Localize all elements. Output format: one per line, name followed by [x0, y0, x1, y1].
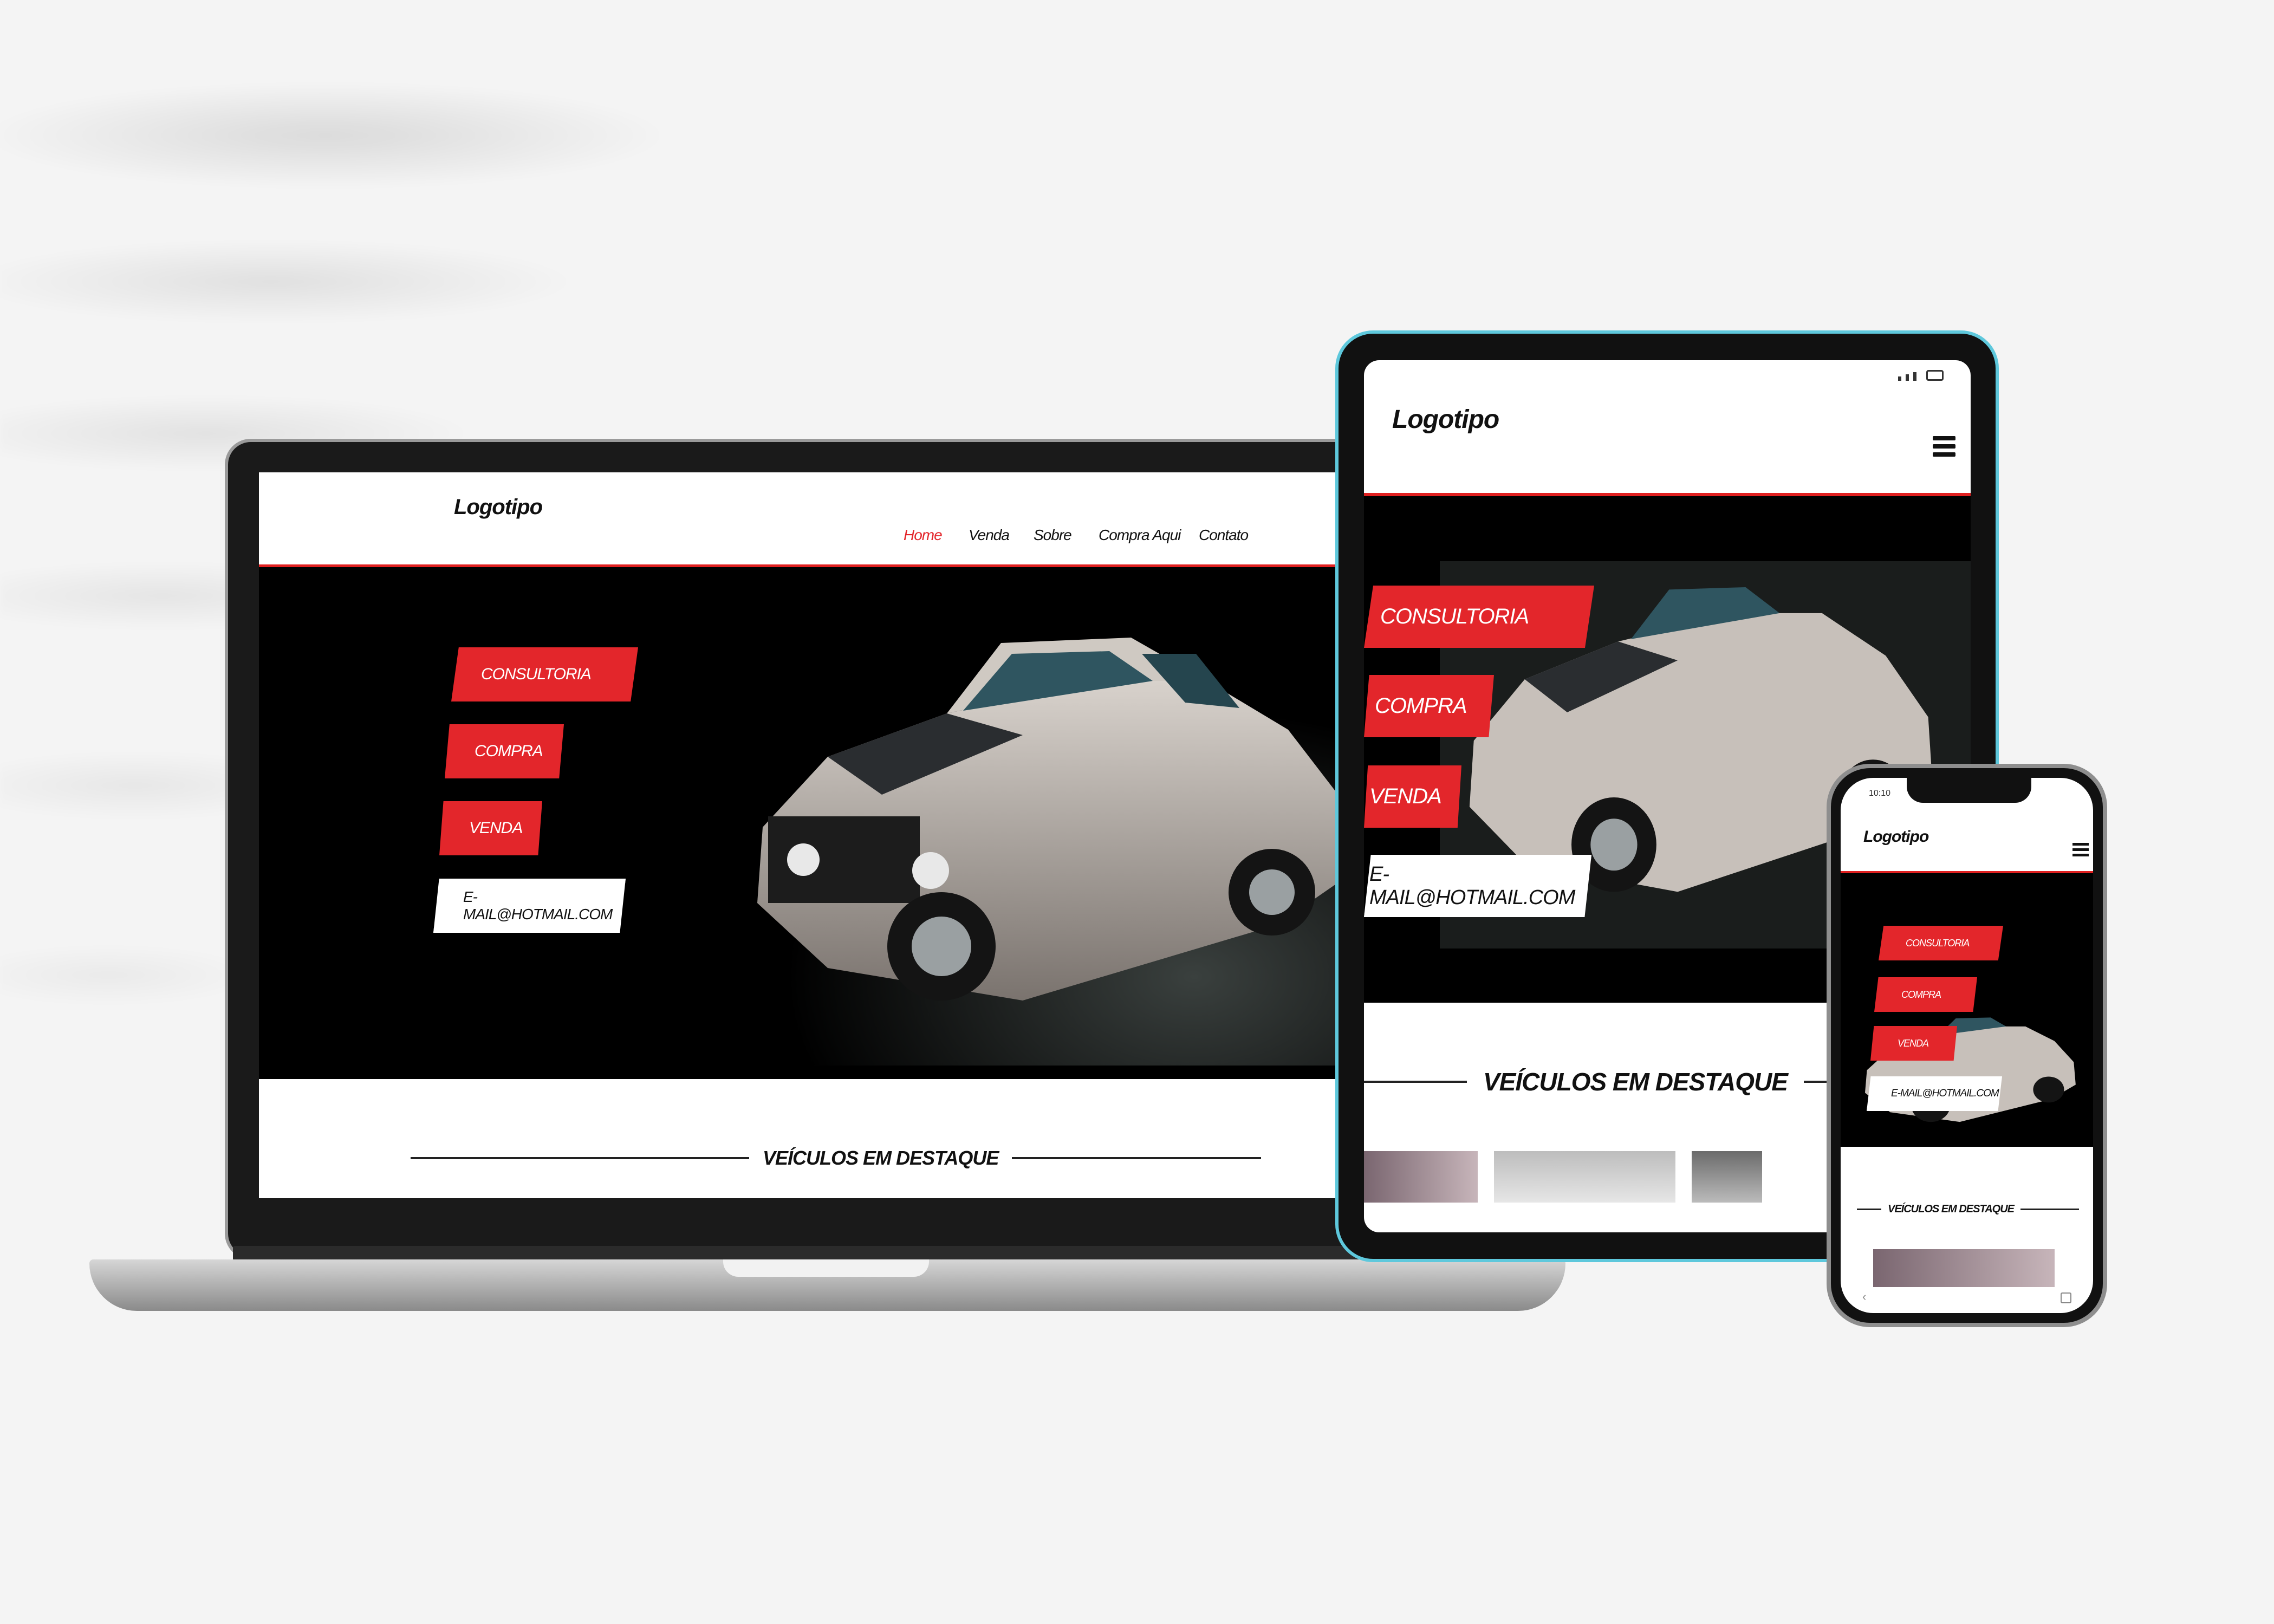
phone-notch [1907, 778, 2031, 803]
vehicle-thumbnail[interactable] [1494, 1151, 1675, 1203]
featured-heading: VEÍCULOS EM DESTAQUE [1857, 1203, 2079, 1216]
featured-heading: VEÍCULOS EM DESTAQUE [411, 1147, 1261, 1170]
vehicle-thumbnail[interactable] [1364, 1151, 1478, 1203]
consultoria-button[interactable]: CONSULTORIA [451, 647, 638, 701]
tabs-icon[interactable] [2061, 1292, 2071, 1303]
signal-icon [1898, 376, 1901, 381]
section-title: VEÍCULOS EM DESTAQUE [1483, 1068, 1788, 1096]
hero-section: CONSULTORIA COMPRA VENDA E-MAIL@HOTMAIL.… [259, 567, 1413, 1079]
section-title: VEÍCULOS EM DESTAQUE [763, 1147, 999, 1169]
compra-button[interactable]: COMPRA [1364, 675, 1494, 737]
back-icon[interactable]: ‹ [1862, 1290, 1866, 1304]
nav-sobre[interactable]: Sobre [1034, 527, 1072, 544]
hamburger-icon[interactable] [1933, 436, 1955, 457]
nav-contato[interactable]: Contato [1199, 527, 1249, 544]
heading-rule-right [1012, 1157, 1261, 1159]
vehicle-thumbnail[interactable] [1692, 1151, 1762, 1203]
heading-rule-left [1364, 1081, 1467, 1083]
signal-icon-bar [1906, 374, 1909, 381]
car-image [719, 621, 1396, 1066]
email-button[interactable]: E-MAIL@HOTMAIL.COM [433, 879, 626, 933]
compra-button[interactable]: COMPRA [445, 724, 564, 778]
logo[interactable]: Logotipo [1392, 405, 1499, 434]
battery-icon [1926, 370, 1944, 381]
compra-button[interactable]: COMPRA [1874, 977, 1977, 1012]
status-icons [1898, 370, 1944, 381]
signal-icon-bar [1913, 372, 1916, 381]
phone-screen: 10:10 Logotipo CONSULTORIA COMPRA VENDA … [1841, 778, 2093, 1313]
nav-compra-aqui[interactable]: Compra Aqui [1099, 527, 1181, 544]
section-title: VEÍCULOS EM DESTAQUE [1888, 1203, 2015, 1215]
email-button[interactable]: E-MAIL@HOTMAIL.COM [1867, 1076, 2002, 1111]
status-time: 10:10 [1869, 789, 1891, 798]
site-header: Logotipo Home Venda Sobre Compra Aqui Co… [259, 472, 1413, 564]
consultoria-button[interactable]: CONSULTORIA [1364, 586, 1594, 648]
nav-venda[interactable]: Venda [969, 527, 1010, 544]
laptop-hinge [233, 1246, 1441, 1261]
hamburger-icon[interactable] [2072, 843, 2089, 856]
email-button[interactable]: E-MAIL@HOTMAIL.COM [1364, 855, 1591, 917]
hero-section: CONSULTORIA COMPRA VENDA E-MAIL@HOTMAIL.… [1841, 873, 2093, 1147]
vehicle-thumbnail[interactable] [1873, 1249, 2055, 1287]
heading-rule-left [411, 1157, 749, 1159]
logo[interactable]: Logotipo [1863, 828, 1929, 846]
consultoria-button[interactable]: CONSULTORIA [1879, 926, 2003, 960]
laptop-opening-notch [723, 1259, 929, 1277]
heading-rule-left [1857, 1209, 1881, 1210]
heading-rule-right [2020, 1209, 2079, 1210]
venda-button[interactable]: VENDA [439, 801, 542, 855]
logo[interactable]: Logotipo [454, 495, 543, 519]
venda-button[interactable]: VENDA [1870, 1026, 1957, 1061]
venda-button[interactable]: VENDA [1364, 765, 1461, 828]
nav-home[interactable]: Home [904, 527, 943, 544]
laptop-screen: Logotipo Home Venda Sobre Compra Aqui Co… [259, 472, 1413, 1198]
